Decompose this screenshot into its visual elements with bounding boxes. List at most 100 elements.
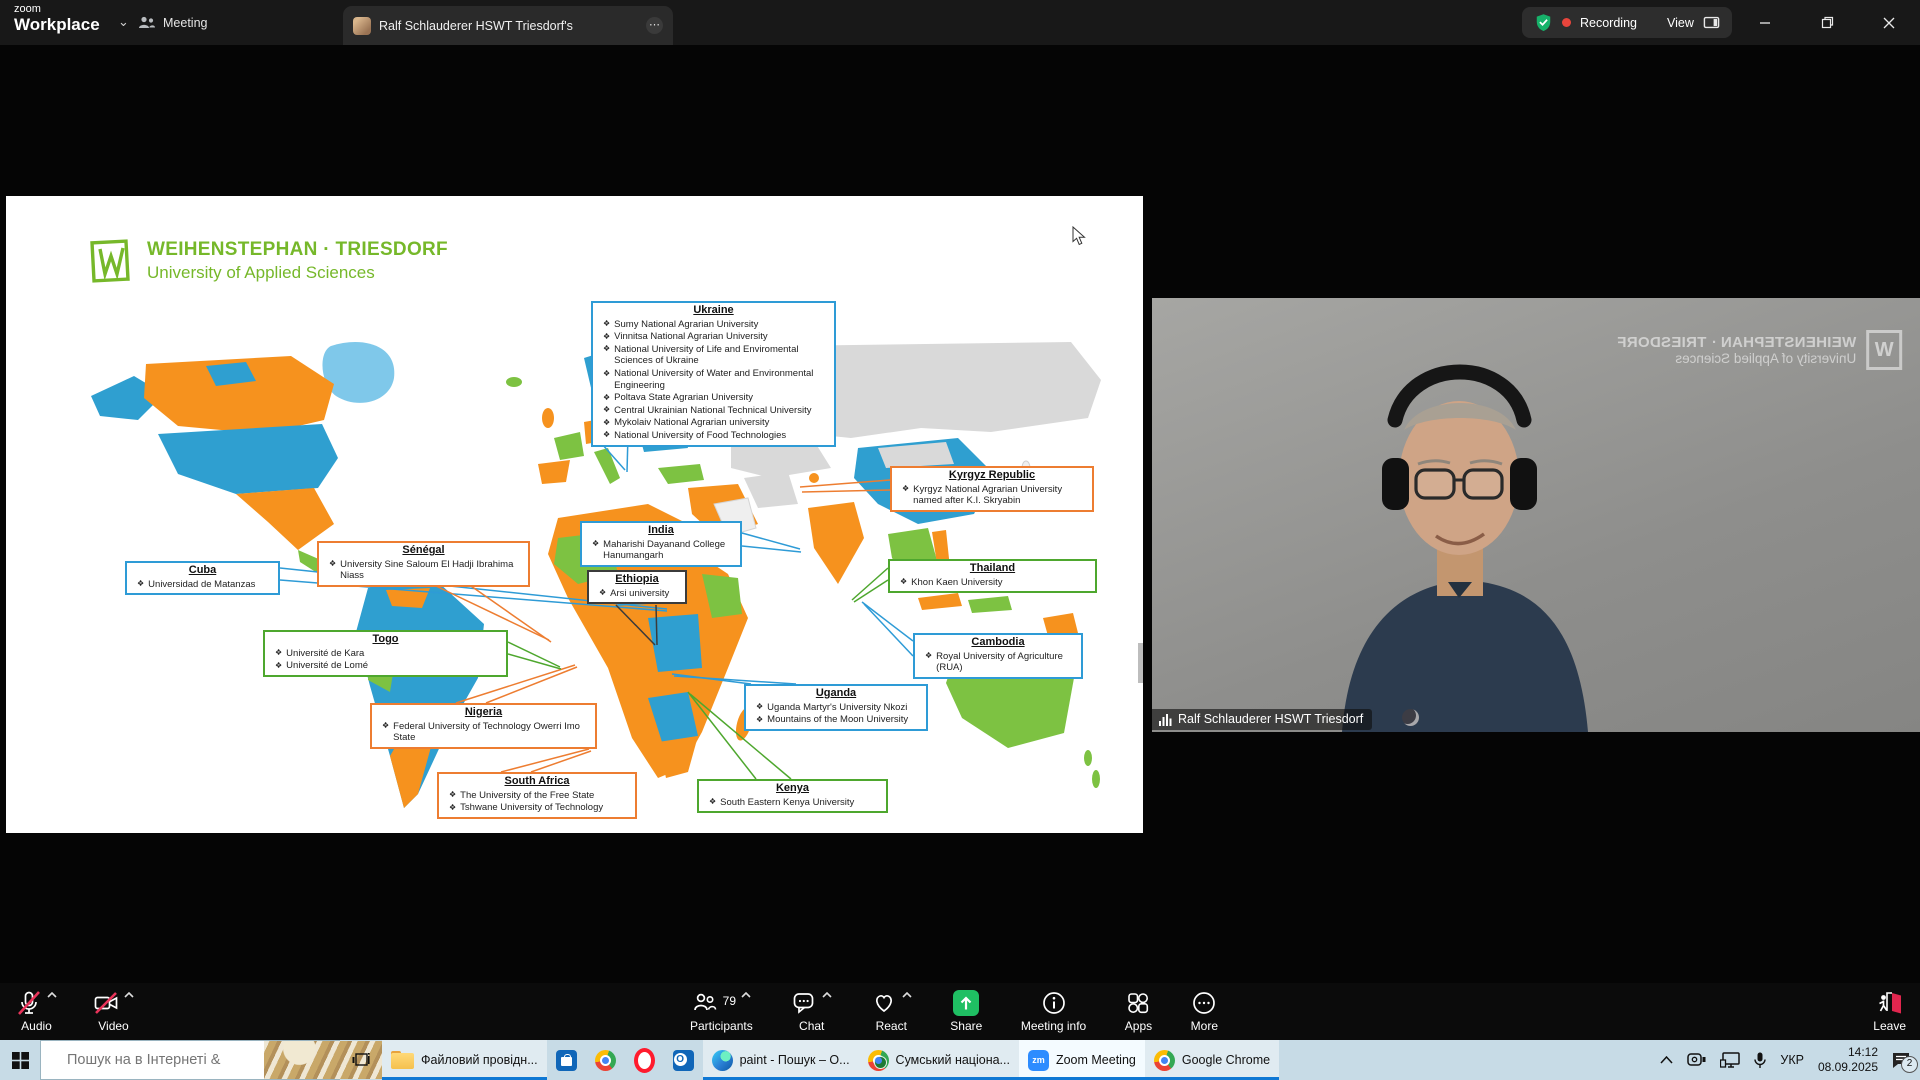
tray-mic-icon[interactable]	[1754, 1052, 1766, 1069]
zoom-toolbar: Audio Video 79	[0, 983, 1920, 1040]
leave-button[interactable]: Leave	[1873, 983, 1906, 1033]
tray-chevron-up-icon[interactable]	[1660, 1056, 1673, 1064]
security-shield-icon[interactable]	[1534, 12, 1553, 33]
tab-shared-content[interactable]: Ralf Schlauderer HSWT Triesdorf's ⋯	[343, 6, 673, 45]
start-button[interactable]	[0, 1040, 40, 1080]
language-indicator[interactable]: УКР	[1780, 1053, 1804, 1067]
tray-display-icon[interactable]	[1720, 1052, 1740, 1068]
apps-button[interactable]: Apps	[1125, 983, 1152, 1033]
restore-button[interactable]	[1796, 0, 1858, 45]
close-button[interactable]	[1858, 0, 1920, 45]
callout-university: ❖Universidad de Matanzas	[131, 579, 274, 591]
callout-university: ❖Maharishi Dayanand College Hanumangarh	[586, 539, 736, 562]
taskbar-file-explorer[interactable]: Файловий провідн...	[382, 1040, 547, 1080]
participant-video-tile[interactable]: W WEIHENSTEPHAN · TRIESDORF University o…	[1152, 298, 1920, 732]
video-watermark: W WEIHENSTEPHAN · TRIESDORF University o…	[1617, 330, 1902, 370]
taskbar-google-chrome[interactable]: Google Chrome	[1145, 1040, 1279, 1080]
callout-university: ❖Vinnitsa National Agrarian University	[597, 331, 830, 343]
chevron-down-icon[interactable]: ⌄	[118, 14, 129, 30]
taskbar-outlook[interactable]	[664, 1040, 703, 1080]
chat-caret-icon[interactable]	[822, 992, 832, 998]
taskbar-chrome-sumy[interactable]: Сумський націона...	[859, 1040, 1019, 1080]
callout-india: India❖Maharishi Dayanand College Hanuman…	[580, 521, 742, 567]
callout-university: ❖The University of the Free State	[443, 790, 631, 802]
callout-kenya: Kenya❖South Eastern Kenya University	[697, 779, 888, 813]
avatar	[353, 17, 371, 35]
callout-university: ❖Université de Kara	[269, 648, 502, 660]
callout-university: ❖National University of Food Technologie…	[597, 430, 830, 442]
callout-university: ❖Royal University of Agriculture (RUA)	[919, 651, 1077, 674]
callout-university: ❖Poltava State Agrarian University	[597, 392, 830, 404]
taskbar-zoom-meeting[interactable]: zm Zoom Meeting	[1019, 1040, 1145, 1080]
callout-university: ❖Sumy National Agrarian University	[597, 319, 830, 331]
video-caret-icon[interactable]	[124, 992, 134, 998]
participants-button[interactable]: 79 Participants	[690, 983, 753, 1033]
task-view-button[interactable]	[340, 1040, 382, 1080]
clock-time: 14:12	[1818, 1045, 1878, 1060]
callout-university: ❖Kyrgyz National Agrarian University nam…	[896, 484, 1088, 507]
callout-university: ❖National University of Life and Envirom…	[597, 344, 830, 367]
minimize-button[interactable]	[1734, 0, 1796, 45]
more-button[interactable]: More	[1191, 983, 1218, 1033]
chrome-icon	[868, 1050, 889, 1071]
notification-center-button[interactable]: 2	[1892, 1052, 1910, 1069]
participant-name-label: Ralf Schlauderer HSWT Triesdorf	[1152, 709, 1372, 730]
participant-name: Ralf Schlauderer HSWT Triesdorf	[1178, 712, 1363, 726]
taskbar-opera[interactable]	[625, 1040, 664, 1080]
slide-scrollbar[interactable]	[1138, 643, 1143, 683]
chat-button[interactable]: Chat	[791, 983, 832, 1033]
taskbar-store[interactable]	[547, 1040, 586, 1080]
video-logo-badge	[1402, 709, 1419, 726]
participants-caret-icon[interactable]	[741, 992, 751, 998]
search-input[interactable]	[59, 1051, 256, 1069]
camera-muted-icon	[93, 990, 119, 1016]
callout-university: ❖Khon Kaen University	[894, 577, 1091, 589]
callout-country: Kyrgyz Republic	[896, 469, 1088, 483]
app-edition: Workplace	[14, 16, 100, 33]
callout-university: ❖Uganda Martyr's University Nkozi	[750, 702, 922, 714]
react-caret-icon[interactable]	[902, 992, 912, 998]
audio-caret-icon[interactable]	[47, 992, 57, 998]
content-tab-label: Ralf Schlauderer HSWT Triesdorf's	[379, 19, 573, 33]
tray-camera-icon[interactable]	[1687, 1052, 1706, 1068]
callout-thailand: Thailand❖Khon Kaen University	[888, 559, 1097, 593]
tab-meeting[interactable]: Meeting	[138, 8, 207, 38]
watermark-title: WEIHENSTEPHAN · TRIESDORF	[1617, 334, 1856, 351]
meeting-tab-label: Meeting	[163, 16, 207, 30]
apps-icon	[1125, 990, 1151, 1016]
callout-university: ❖Université de Lomé	[269, 660, 502, 672]
callout-country: Cuba	[131, 564, 274, 578]
callout-university: ❖Mykolaiv National Agrarian university	[597, 417, 830, 429]
callout-university: ❖Central Ukrainian National Technical Un…	[597, 405, 830, 417]
meeting-info-button[interactable]: Meeting info	[1021, 983, 1086, 1033]
meeting-stage: WEIHENSTEPHAN · TRIESDORF University of …	[0, 45, 1920, 983]
leave-door-icon	[1876, 990, 1904, 1016]
view-layout-icon[interactable]	[1703, 15, 1720, 30]
edge-icon	[712, 1050, 733, 1071]
callout-university: ❖South Eastern Kenya University	[703, 797, 882, 809]
share-button[interactable]: Share	[950, 983, 982, 1033]
callout-country: Cambodia	[919, 636, 1077, 650]
title-bar: zoom Workplace ⌄ Meeting Ralf Schlaudere…	[0, 0, 1920, 45]
react-button[interactable]: React	[871, 983, 912, 1033]
taskbar-edge-paint[interactable]: paint - Пошук – O...	[703, 1040, 859, 1080]
callout-ethiopia: Ethiopia❖Arsi university	[587, 570, 687, 604]
callout-kyrgyz: Kyrgyz Republic❖Kyrgyz National Agrarian…	[890, 466, 1094, 512]
taskbar-clock[interactable]: 14:12 08.09.2025	[1818, 1045, 1878, 1075]
callout-country: Thailand	[894, 562, 1091, 576]
callout-country: Sénégal	[323, 544, 524, 558]
video-button[interactable]: Video	[93, 983, 134, 1033]
tab-more-icon[interactable]: ⋯	[646, 17, 663, 34]
view-button[interactable]: View	[1667, 16, 1694, 30]
zoom-app-icon: zm	[1028, 1050, 1049, 1071]
recording-label: Recording	[1580, 16, 1637, 30]
callout-uganda: Uganda❖Uganda Martyr's University Nkozi❖…	[744, 684, 928, 731]
taskbar-chrome[interactable]	[586, 1040, 625, 1080]
callout-country: South Africa	[443, 775, 631, 789]
recording-pill: Recording View	[1522, 7, 1732, 38]
taskbar-search[interactable]	[40, 1040, 340, 1080]
callout-country: Togo	[269, 633, 502, 647]
outlook-icon	[673, 1050, 694, 1071]
audio-button[interactable]: Audio	[16, 983, 57, 1033]
task-view-icon	[352, 1051, 370, 1069]
